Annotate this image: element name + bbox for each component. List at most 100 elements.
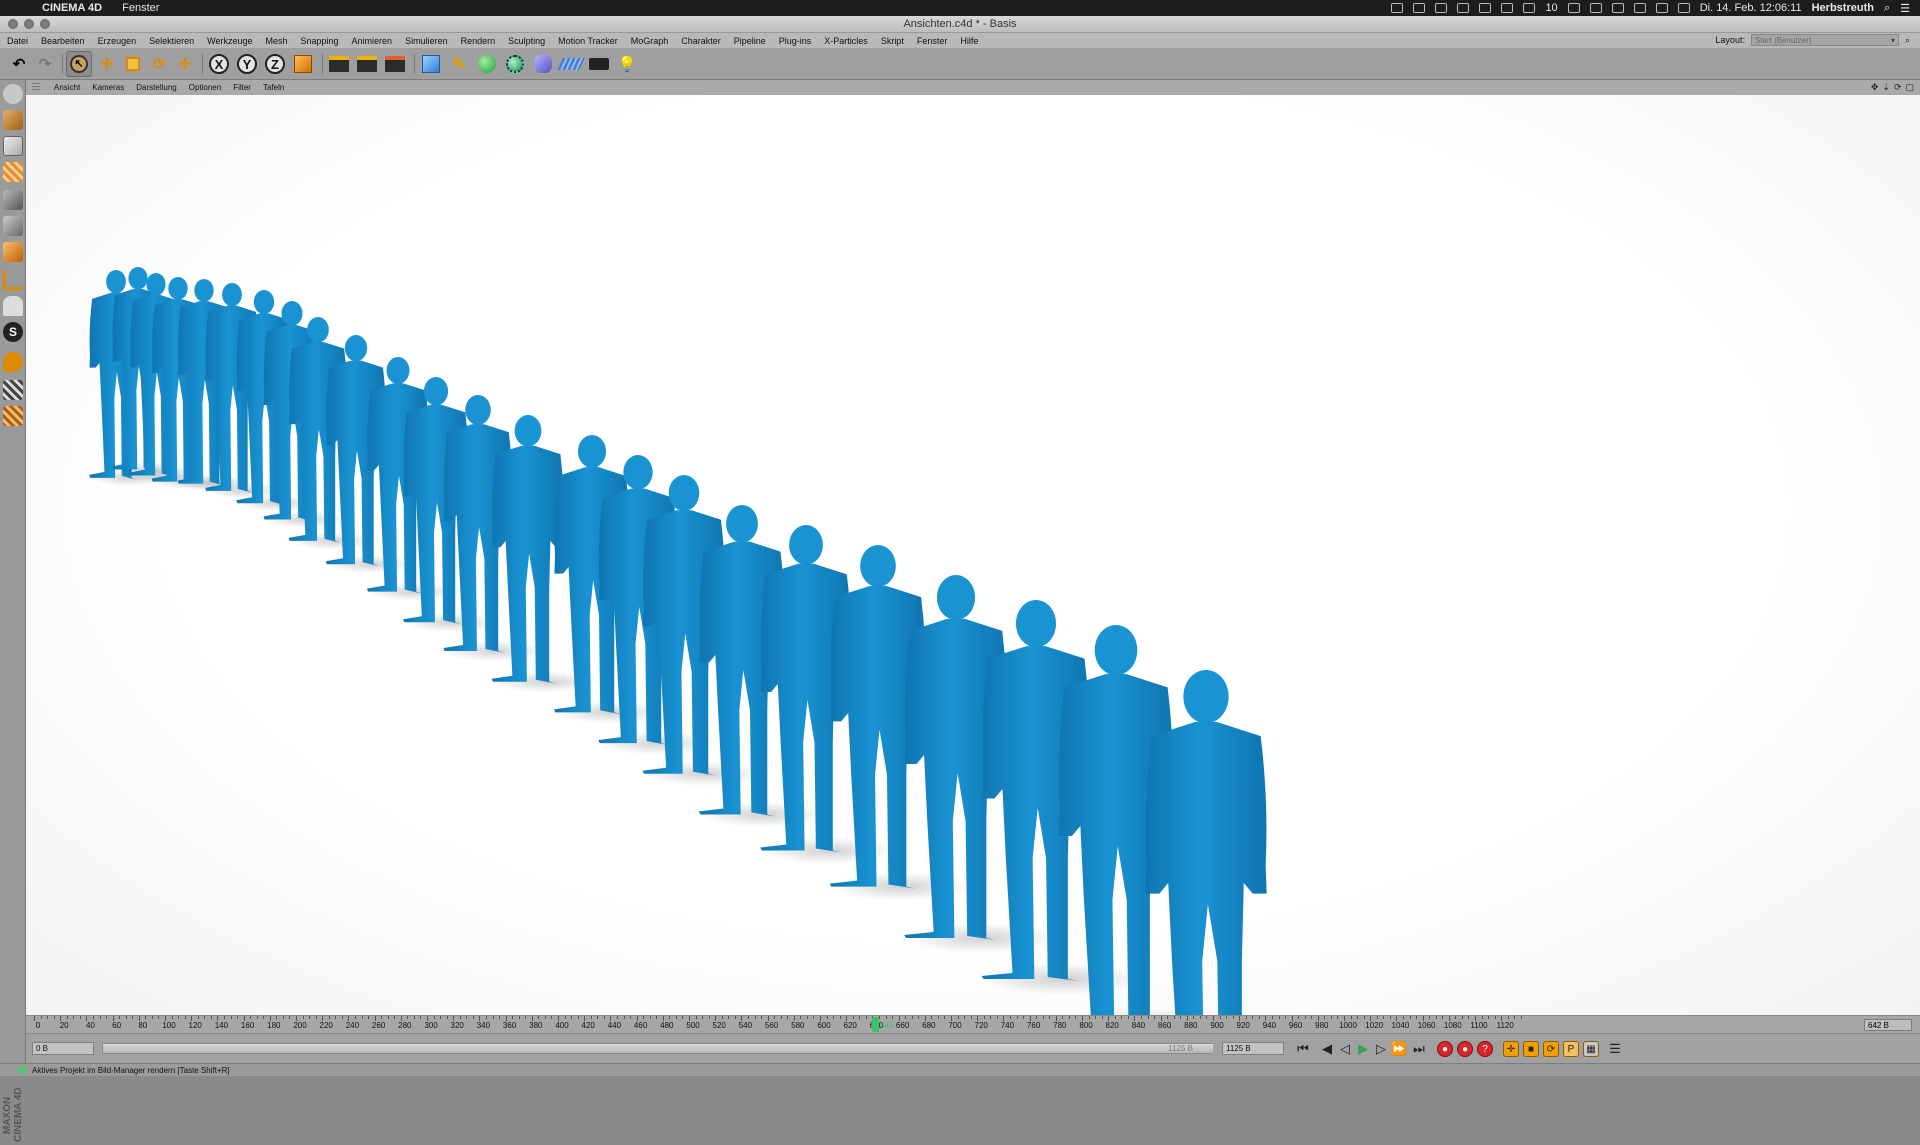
app-name-menu[interactable]: CINEMA 4D <box>42 2 102 14</box>
preview-range-slider[interactable]: 1125 B <box>102 1043 1213 1054</box>
range-slider-thumb[interactable] <box>103 1044 1213 1053</box>
key-parameter-icon[interactable]: P <box>1562 1040 1580 1058</box>
axis-mode-icon[interactable] <box>3 270 23 290</box>
viewport-menu-ansicht[interactable]: Ansicht <box>48 83 86 92</box>
menu-fenster[interactable]: Fenster <box>910 36 954 46</box>
viewport-menu-optionen[interactable]: Optionen <box>183 83 227 92</box>
coordinate-system-icon[interactable] <box>290 51 316 77</box>
timeline-menu-icon[interactable]: ☰ <box>1606 1040 1624 1058</box>
light-icon[interactable]: 💡 <box>614 51 640 77</box>
edges-mode-icon[interactable] <box>3 216 23 236</box>
menu-charakter[interactable]: Charakter <box>674 36 727 46</box>
auto-key-icon[interactable]: ● <box>1456 1040 1474 1058</box>
creative-cloud-icon[interactable] <box>1391 3 1404 13</box>
record-keys-icon[interactable]: ● <box>1436 1040 1454 1058</box>
render-view-icon[interactable] <box>326 51 352 77</box>
current-frame-field[interactable]: 642 B <box>1864 1019 1912 1031</box>
keyframe-selection-icon[interactable]: ? <box>1476 1040 1494 1058</box>
polygons-mode-icon[interactable] <box>3 242 23 262</box>
start-frame-field[interactable]: 0 B <box>32 1042 94 1055</box>
next-frame-icon[interactable]: ▷ <box>1372 1040 1390 1058</box>
last-tool-icon[interactable]: ✢ <box>172 51 198 77</box>
binoculars-icon[interactable] <box>1633 3 1646 13</box>
layout-select[interactable]: Start (Benutzer) <box>1750 34 1899 46</box>
viewport-menu-darstellung[interactable]: Darstellung <box>130 83 182 92</box>
clipboard-icon[interactable] <box>1501 3 1514 13</box>
menu-rendern[interactable]: Rendern <box>454 36 502 46</box>
menu-werkzeuge[interactable]: Werkzeuge <box>200 36 258 46</box>
menu-motion-tracker[interactable]: Motion Tracker <box>551 36 624 46</box>
wifi-icon[interactable] <box>1655 3 1668 13</box>
viewport-move-icon[interactable]: ✥ <box>1871 82 1879 93</box>
user-name[interactable]: Herbstreuth <box>1812 2 1874 14</box>
x-axis-lock-button[interactable]: X <box>206 51 232 77</box>
floor-icon[interactable] <box>557 51 585 77</box>
viewport-rotate-icon[interactable]: ⟳ <box>1894 82 1902 93</box>
pen-spline-icon[interactable]: ✎ <box>446 51 472 77</box>
move-tool-icon[interactable]: ✛ <box>94 51 120 77</box>
notification-center-icon[interactable]: ☰ <box>1900 2 1910 15</box>
points-mode-icon[interactable] <box>3 190 23 210</box>
menu-x-particles[interactable]: X-Particles <box>817 36 874 46</box>
deformer-icon[interactable] <box>530 51 556 77</box>
next-key-icon[interactable]: ⏩ <box>1390 1040 1408 1058</box>
volume-icon[interactable] <box>1677 3 1690 13</box>
display-icon[interactable] <box>1479 3 1492 13</box>
viewport-toggle-icon[interactable]: ▢ <box>1905 82 1914 93</box>
timeline-ruler[interactable]: 0 20 40 60 80 100 120 140 160 180 200 220 240 260 280 3… <box>26 1015 1920 1033</box>
end-frame-field[interactable]: 1125 B <box>1222 1042 1284 1055</box>
model-mode-icon[interactable] <box>3 110 23 130</box>
tweak-mode-icon[interactable] <box>3 296 23 316</box>
search-icon[interactable]: ⌕ <box>1905 35 1910 46</box>
menu-datei[interactable]: Datei <box>0 36 34 46</box>
scale-tool-icon[interactable] <box>120 51 146 77</box>
menu-bearbeiten[interactable]: Bearbeiten <box>34 36 91 46</box>
spotlight-icon[interactable]: ⌕ <box>1884 2 1890 15</box>
redo-icon[interactable]: ↷ <box>32 51 58 77</box>
menu-hilfe[interactable]: Hilfe <box>953 36 984 46</box>
chat-icon[interactable] <box>1589 3 1602 13</box>
render-settings-icon[interactable] <box>382 51 408 77</box>
camera-icon[interactable] <box>586 51 612 77</box>
viewport-menu-kameras[interactable]: Kameras <box>86 83 130 92</box>
go-to-end-icon[interactable]: ⏭ <box>1410 1040 1428 1058</box>
previous-frame-icon[interactable]: ◁ <box>1336 1040 1354 1058</box>
snap-icon[interactable]: S <box>3 322 23 342</box>
viewport-menu-filter[interactable]: Filter <box>227 83 257 92</box>
menu-selektieren[interactable]: Selektieren <box>142 36 200 46</box>
rotate-tool-icon[interactable]: ⟳ <box>146 51 172 77</box>
clock[interactable]: Di. 14. Feb. 12:06:11 <box>1700 2 1802 14</box>
app-icon[interactable] <box>1457 3 1470 13</box>
undo-icon[interactable]: ↶ <box>6 51 32 77</box>
planar-workplane-icon[interactable] <box>3 406 23 426</box>
shield-icon[interactable] <box>1435 3 1448 13</box>
previous-key-icon[interactable]: ◀ <box>1318 1040 1336 1058</box>
key-rotation-icon[interactable]: ⟳ <box>1542 1040 1560 1058</box>
viewport-zoom-icon[interactable]: ⇣ <box>1882 82 1890 93</box>
menu-skript[interactable]: Skript <box>874 36 910 46</box>
texture-mode-icon[interactable] <box>3 136 23 156</box>
cube-object-icon[interactable] <box>418 51 444 77</box>
current-frame-marker[interactable] <box>872 1017 880 1032</box>
menu-mesh[interactable]: Mesh <box>258 36 293 46</box>
menu-sculpting[interactable]: Sculpting <box>501 36 551 46</box>
menu-simulieren[interactable]: Simulieren <box>398 36 454 46</box>
viewport-menu-tafeln[interactable]: Tafeln <box>257 83 290 92</box>
render-picture-viewer-icon[interactable] <box>354 51 380 77</box>
menu-erzeugen[interactable]: Erzeugen <box>91 36 143 46</box>
key-scale-icon[interactable]: ■ <box>1522 1040 1540 1058</box>
menu-snapping[interactable]: Snapping <box>294 36 345 46</box>
cloner-icon[interactable] <box>502 51 528 77</box>
dropbox-icon[interactable] <box>1413 3 1426 13</box>
menu-animieren[interactable]: Animieren <box>345 36 399 46</box>
play-icon[interactable]: ▶ <box>1354 1040 1372 1058</box>
select-tool-icon[interactable]: ↖ <box>66 51 92 77</box>
viewport-grip-icon[interactable] <box>32 83 40 92</box>
z-axis-lock-button[interactable]: Z <box>262 51 288 77</box>
menu-pipeline[interactable]: Pipeline <box>727 36 772 46</box>
lock-workplane-icon[interactable] <box>3 380 23 400</box>
menu-mograph[interactable]: MoGraph <box>624 36 675 46</box>
menu-plug-ins[interactable]: Plug-ins <box>772 36 818 46</box>
key-position-icon[interactable]: ✛ <box>1502 1040 1520 1058</box>
subdivision-icon[interactable] <box>474 51 500 77</box>
